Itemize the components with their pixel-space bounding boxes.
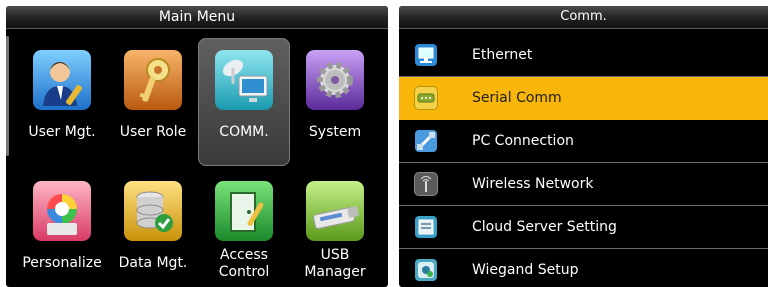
menu-label-data-mgt: Data Mgt. xyxy=(118,255,188,271)
comm-icon xyxy=(215,50,273,110)
menu-tile-user-mgt[interactable]: User Mgt. xyxy=(16,38,108,166)
comm-item-ethernet[interactable]: Ethernet xyxy=(399,34,768,77)
personalize-icon xyxy=(33,181,91,241)
comm-item-label: Wireless Network xyxy=(472,176,594,192)
comm-item-cloud-server-setting[interactable]: Cloud Server Setting xyxy=(399,206,768,249)
comm-item-label: PC Connection xyxy=(472,133,574,149)
usb-icon xyxy=(306,181,364,241)
wireless-icon xyxy=(415,173,437,195)
comm-item-label: Serial Comm xyxy=(472,90,562,106)
menu-tile-system[interactable]: System xyxy=(289,38,381,166)
menu-tile-data-mgt[interactable]: Data Mgt. xyxy=(107,169,199,287)
comm-menu-panel: Comm. Ethernet Serial Comm PC Connection… xyxy=(399,6,768,287)
door-icon xyxy=(215,181,273,241)
menu-label-usb-manager: USB Manager xyxy=(304,247,366,280)
cloud-server-icon xyxy=(415,216,437,238)
comm-menu-title: Comm. xyxy=(399,6,768,29)
menu-label-comm: COMM. xyxy=(219,124,269,140)
main-menu-title: Main Menu xyxy=(6,6,388,29)
comm-item-pc-connection[interactable]: PC Connection xyxy=(399,120,768,163)
gear-icon xyxy=(306,50,364,110)
comm-item-wiegand-setup[interactable]: Wiegand Setup xyxy=(399,249,768,287)
menu-label-user-role: User Role xyxy=(119,124,187,140)
menu-tile-comm[interactable]: COMM. xyxy=(198,38,290,166)
menu-tile-personalize[interactable]: Personalize xyxy=(16,169,108,287)
menu-label-personalize: Personalize xyxy=(22,255,102,271)
comm-item-serial-comm[interactable]: Serial Comm xyxy=(399,77,768,120)
scroll-indicator xyxy=(6,36,9,156)
menu-tile-access-control[interactable]: Access Control xyxy=(198,169,290,287)
menu-tile-user-role[interactable]: User Role xyxy=(107,38,199,166)
user-mgt-icon xyxy=(33,50,91,110)
comm-item-label: Cloud Server Setting xyxy=(472,219,617,235)
comm-item-wireless-network[interactable]: Wireless Network xyxy=(399,163,768,206)
comm-item-label: Ethernet xyxy=(472,47,533,63)
pc-connection-icon xyxy=(415,130,437,152)
menu-label-system: System xyxy=(308,124,362,140)
menu-label-access-control: Access Control xyxy=(218,247,270,280)
menu-label-user-mgt: User Mgt. xyxy=(28,124,96,140)
main-menu-panel: Main Menu User Mgt. User Role COMM. Syst… xyxy=(6,6,388,287)
menu-tile-usb-manager[interactable]: USB Manager xyxy=(289,169,381,287)
comm-item-label: Wiegand Setup xyxy=(472,262,579,278)
wiegand-icon xyxy=(415,259,437,281)
key-icon xyxy=(124,50,182,110)
ethernet-icon xyxy=(415,44,437,66)
serial-port-icon xyxy=(415,87,437,109)
database-icon xyxy=(124,181,182,241)
